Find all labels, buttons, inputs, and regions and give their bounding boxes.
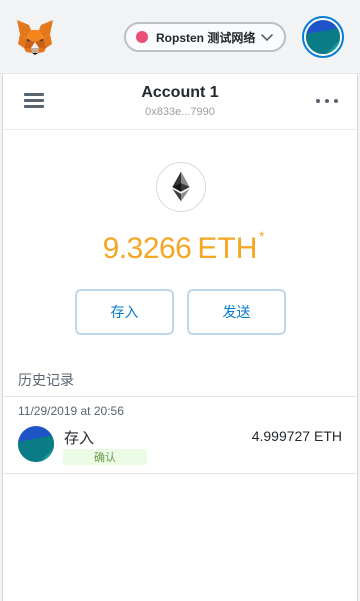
app-header: Ropsten 测试网络 (0, 0, 360, 74)
ethereum-icon (156, 162, 206, 212)
deposit-button[interactable]: 存入 (75, 289, 174, 335)
account-address[interactable]: 0x833e...7990 (0, 106, 360, 118)
network-label: Ropsten 测试网络 (156, 30, 256, 45)
transaction-amount: 4.999727 ETH (251, 428, 342, 444)
divider (3, 129, 357, 130)
transaction-date: 11/29/2019 at 20:56 (18, 404, 124, 418)
balance-display: 9.3266 ETH (0, 232, 360, 266)
history-title: 历史记录 (18, 372, 74, 388)
divider (3, 396, 357, 397)
account-avatar-icon[interactable] (302, 16, 344, 58)
account-name[interactable]: Account 1 (0, 84, 360, 102)
balance-unit: ETH (197, 232, 258, 265)
network-dot-icon (136, 31, 148, 43)
status-badge: 确认 (63, 449, 147, 465)
chevron-down-icon (260, 31, 274, 45)
send-button[interactable]: 发送 (187, 289, 286, 335)
more-options-icon[interactable] (316, 99, 338, 105)
divider (3, 473, 357, 474)
transaction-type: 存入 (64, 430, 95, 447)
balance-marker: * (259, 228, 265, 244)
network-selector[interactable]: Ropsten 测试网络 (124, 22, 286, 52)
transaction-avatar-icon (18, 426, 54, 462)
metamask-fox-icon[interactable] (14, 18, 56, 56)
balance-amount: 9.3266 (102, 232, 192, 265)
